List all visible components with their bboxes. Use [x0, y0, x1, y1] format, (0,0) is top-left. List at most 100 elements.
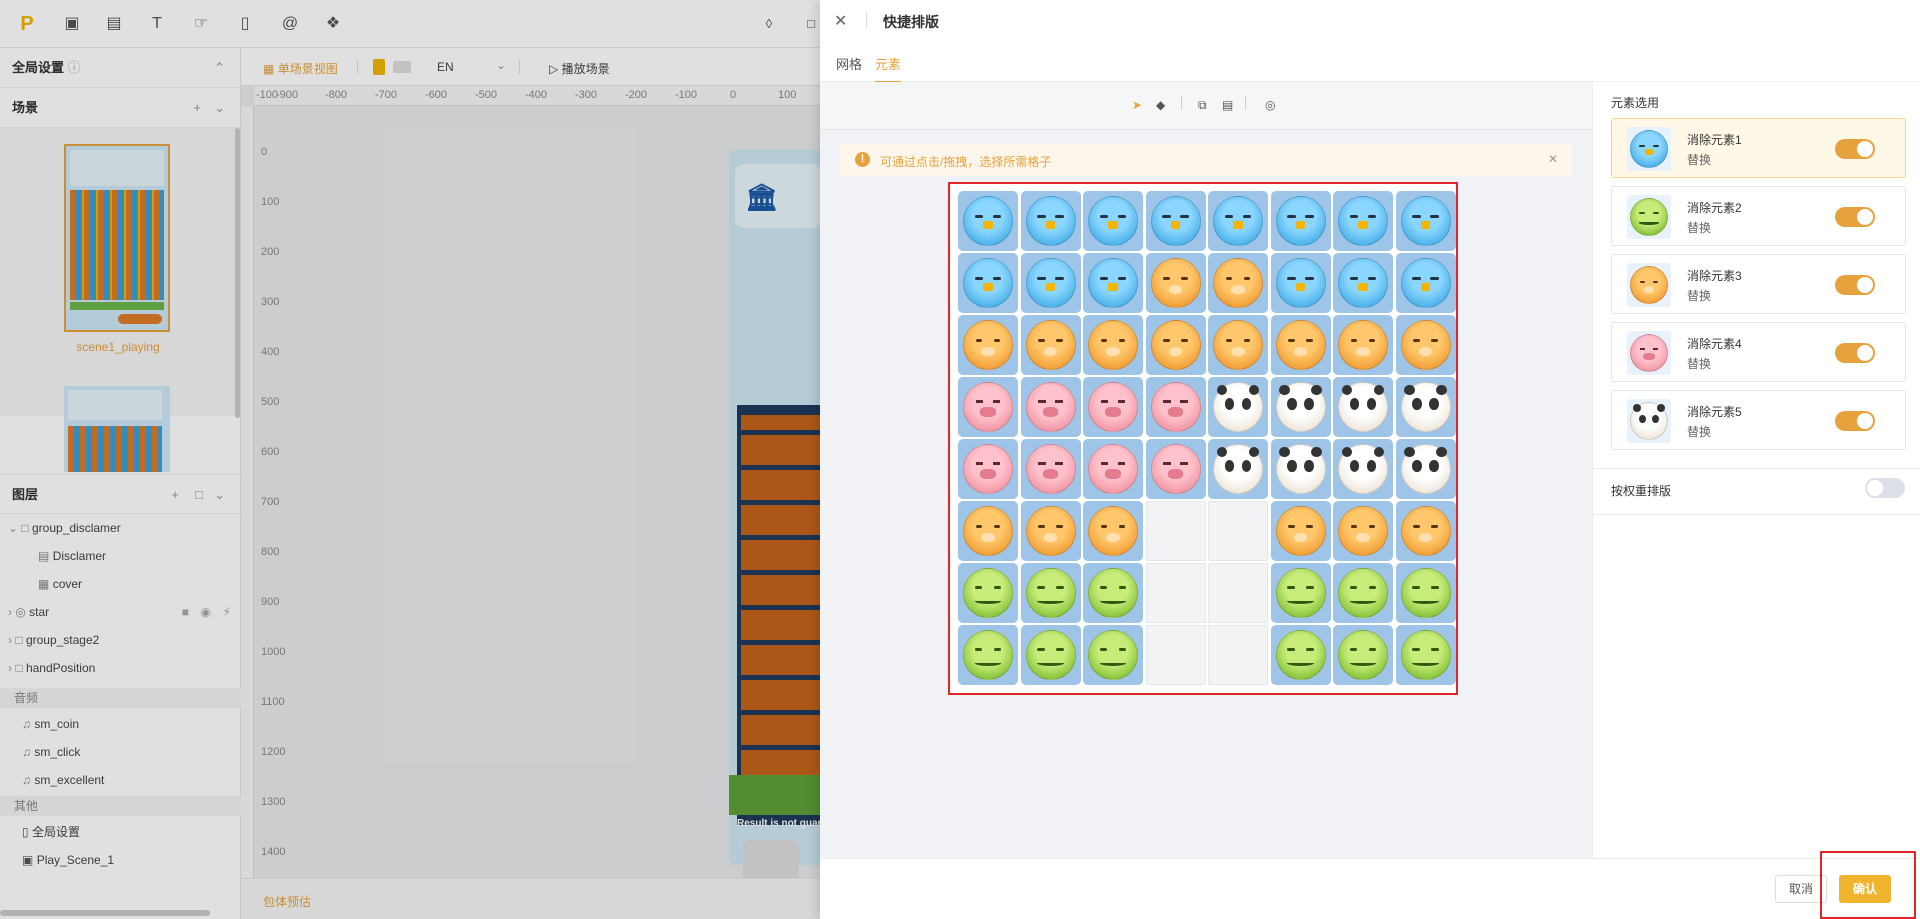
- element-grid[interactable]: [948, 182, 1458, 695]
- divider: [866, 12, 867, 28]
- grid-cell[interactable]: [1208, 377, 1268, 437]
- grid-cell[interactable]: [1208, 253, 1268, 313]
- element-toggle[interactable]: [1835, 275, 1875, 295]
- grid-cell[interactable]: [1145, 377, 1206, 437]
- element-card[interactable]: 消除元素3 替换: [1611, 254, 1906, 314]
- copy-icon[interactable]: ⧉: [1198, 98, 1207, 113]
- grid-cell[interactable]: [1395, 253, 1456, 313]
- cat-face-icon: [1213, 258, 1263, 308]
- grid-cell[interactable]: [958, 439, 1018, 499]
- grid-cell[interactable]: [1020, 501, 1081, 561]
- trash-icon[interactable]: ▤: [1222, 98, 1233, 112]
- grid-cell[interactable]: [958, 377, 1018, 437]
- grid-cell[interactable]: [1395, 439, 1456, 499]
- grid-cell[interactable]: [1020, 625, 1081, 685]
- grid-cell-empty[interactable]: [1208, 501, 1268, 561]
- confirm-button[interactable]: 确认: [1839, 875, 1891, 903]
- grid-cell[interactable]: [1145, 191, 1206, 251]
- tab-grid[interactable]: 网格: [836, 54, 862, 73]
- grid-cell[interactable]: [1270, 501, 1331, 561]
- grid-cell[interactable]: [1083, 625, 1143, 685]
- grid-cell[interactable]: [1333, 439, 1393, 499]
- grid-cell[interactable]: [1270, 377, 1331, 437]
- grid-cell[interactable]: [1270, 191, 1331, 251]
- grid-cell[interactable]: [1333, 625, 1393, 685]
- grid-cell[interactable]: [1333, 501, 1393, 561]
- cat-face-icon: [1275, 506, 1326, 556]
- grid-cell[interactable]: [1020, 377, 1081, 437]
- grid-cell[interactable]: [1270, 253, 1331, 313]
- grid-cell[interactable]: [1333, 253, 1393, 313]
- pointer-icon[interactable]: ➤: [1132, 98, 1142, 112]
- grid-cell[interactable]: [1145, 253, 1206, 313]
- grid-cell[interactable]: [1333, 315, 1393, 375]
- pig-face-icon: [1025, 382, 1076, 432]
- bird-face-icon: [1088, 196, 1138, 246]
- grid-cell[interactable]: [1083, 439, 1143, 499]
- grid-cell[interactable]: [1208, 315, 1268, 375]
- grid-cell[interactable]: [1145, 439, 1206, 499]
- element-card[interactable]: 消除元素4 替换: [1611, 322, 1906, 382]
- grid-cell[interactable]: [1020, 253, 1081, 313]
- grid-cell[interactable]: [1083, 501, 1143, 561]
- grid-cell[interactable]: [958, 501, 1018, 561]
- grid-cell[interactable]: [1020, 191, 1081, 251]
- grid-cell[interactable]: [1145, 315, 1206, 375]
- tab-elements[interactable]: 元素: [875, 54, 902, 83]
- grid-cell[interactable]: [958, 563, 1018, 623]
- grid-cell-empty[interactable]: [1208, 563, 1268, 623]
- grid-cell[interactable]: [1395, 377, 1456, 437]
- grid-cell[interactable]: [1208, 439, 1268, 499]
- grid-cell-empty[interactable]: [1145, 501, 1206, 561]
- grid-cell[interactable]: [1270, 625, 1331, 685]
- bird-face-icon: [1400, 196, 1451, 246]
- grid-cell[interactable]: [1083, 563, 1143, 623]
- weight-layout-toggle[interactable]: [1865, 478, 1905, 498]
- pig-face-icon: [1150, 382, 1201, 432]
- grid-cell[interactable]: [1083, 253, 1143, 313]
- grid-cell[interactable]: [1395, 315, 1456, 375]
- grid-cell-empty[interactable]: [1145, 625, 1206, 685]
- grid-cell[interactable]: [1083, 315, 1143, 375]
- grid-cell[interactable]: [1020, 563, 1081, 623]
- grid-cell[interactable]: [1333, 377, 1393, 437]
- element-toggle[interactable]: [1835, 207, 1875, 227]
- modal-overlay[interactable]: [0, 0, 820, 919]
- close-icon[interactable]: ✕: [1548, 152, 1558, 166]
- grid-cell[interactable]: [1270, 315, 1331, 375]
- frog-face-icon: [1630, 198, 1668, 236]
- element-card[interactable]: 消除元素2 替换: [1611, 186, 1906, 246]
- grid-cell-empty[interactable]: [1208, 625, 1268, 685]
- grid-cell[interactable]: [1395, 191, 1456, 251]
- grid-cell[interactable]: [958, 625, 1018, 685]
- close-icon[interactable]: ✕: [834, 11, 847, 31]
- divider: [1593, 514, 1920, 515]
- grid-cell[interactable]: [1083, 191, 1143, 251]
- element-toggle[interactable]: [1835, 343, 1875, 363]
- grid-cell[interactable]: [1208, 191, 1268, 251]
- grid-cell[interactable]: [1333, 563, 1393, 623]
- grid-cell[interactable]: [1270, 563, 1331, 623]
- element-card[interactable]: 消除元素5 替换: [1611, 390, 1906, 450]
- element-card[interactable]: 消除元素1 替换: [1611, 118, 1906, 178]
- grid-cell[interactable]: [1020, 315, 1081, 375]
- grid-cell[interactable]: [1395, 501, 1456, 561]
- grid-cell[interactable]: [1020, 439, 1081, 499]
- element-toggle[interactable]: [1835, 411, 1875, 431]
- grid-cell[interactable]: [1083, 377, 1143, 437]
- target-icon[interactable]: ◎: [1265, 98, 1275, 112]
- grid-cell-empty[interactable]: [1145, 563, 1206, 623]
- divider: [1181, 96, 1182, 110]
- grid-cell[interactable]: [1270, 439, 1331, 499]
- eraser-icon[interactable]: ◆: [1156, 98, 1165, 112]
- grid-cell[interactable]: [958, 191, 1018, 251]
- bird-face-icon: [1213, 196, 1263, 246]
- grid-cell[interactable]: [958, 253, 1018, 313]
- grid-cell[interactable]: [958, 315, 1018, 375]
- pig-face-icon: [963, 382, 1013, 432]
- grid-cell[interactable]: [1333, 191, 1393, 251]
- bird-face-icon: [1630, 130, 1668, 168]
- element-toggle[interactable]: [1835, 139, 1875, 159]
- grid-cell[interactable]: [1395, 625, 1456, 685]
- grid-cell[interactable]: [1395, 563, 1456, 623]
